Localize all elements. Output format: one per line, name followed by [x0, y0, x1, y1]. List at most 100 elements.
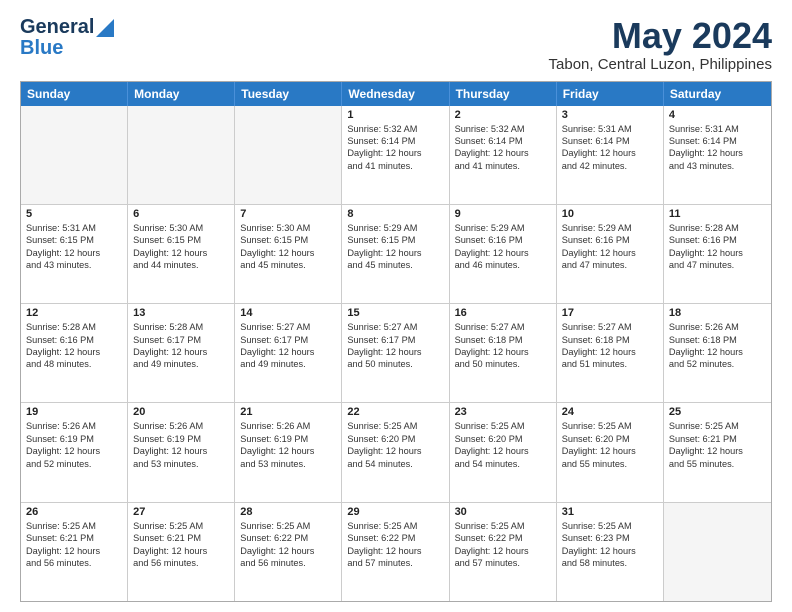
day-info: Sunrise: 5:30 AM Sunset: 6:15 PM Dayligh… [240, 222, 336, 272]
day-number: 13 [133, 307, 229, 319]
day-info: Sunrise: 5:27 AM Sunset: 6:18 PM Dayligh… [562, 321, 658, 371]
day-number: 2 [455, 109, 551, 121]
day-number: 26 [26, 506, 122, 518]
day-info: Sunrise: 5:31 AM Sunset: 6:14 PM Dayligh… [562, 123, 658, 173]
day-info: Sunrise: 5:27 AM Sunset: 6:18 PM Dayligh… [455, 321, 551, 371]
day-info: Sunrise: 5:25 AM Sunset: 6:21 PM Dayligh… [133, 520, 229, 570]
logo-general: General [20, 16, 94, 39]
day-info: Sunrise: 5:25 AM Sunset: 6:20 PM Dayligh… [347, 420, 443, 470]
day-info: Sunrise: 5:28 AM Sunset: 6:16 PM Dayligh… [26, 321, 122, 371]
header-day-tuesday: Tuesday [235, 82, 342, 106]
calendar-cell: 2 Sunrise: 5:32 AM Sunset: 6:14 PM Daylig… [450, 106, 557, 204]
logo: General Blue [20, 16, 114, 60]
calendar-cell: 10 Sunrise: 5:29 AM Sunset: 6:16 PM Dayli… [557, 205, 664, 303]
day-info: Sunrise: 5:31 AM Sunset: 6:15 PM Dayligh… [26, 222, 122, 272]
main-title: May 2024 [549, 16, 772, 56]
calendar-cell: 8 Sunrise: 5:29 AM Sunset: 6:15 PM Daylig… [342, 205, 449, 303]
day-number: 24 [562, 406, 658, 418]
calendar-week-4: 26 Sunrise: 5:25 AM Sunset: 6:21 PM Dayli… [21, 503, 771, 601]
day-number: 11 [669, 208, 766, 220]
calendar-cell: 5 Sunrise: 5:31 AM Sunset: 6:15 PM Daylig… [21, 205, 128, 303]
title-section: May 2024 Tabon, Central Luzon, Philippin… [549, 16, 772, 73]
calendar-cell: 24 Sunrise: 5:25 AM Sunset: 6:20 PM Dayli… [557, 403, 664, 501]
day-info: Sunrise: 5:26 AM Sunset: 6:19 PM Dayligh… [26, 420, 122, 470]
day-number: 6 [133, 208, 229, 220]
day-info: Sunrise: 5:29 AM Sunset: 6:16 PM Dayligh… [562, 222, 658, 272]
day-number: 19 [26, 406, 122, 418]
day-info: Sunrise: 5:29 AM Sunset: 6:15 PM Dayligh… [347, 222, 443, 272]
day-number: 12 [26, 307, 122, 319]
day-info: Sunrise: 5:25 AM Sunset: 6:23 PM Dayligh… [562, 520, 658, 570]
day-number: 8 [347, 208, 443, 220]
day-info: Sunrise: 5:26 AM Sunset: 6:18 PM Dayligh… [669, 321, 766, 371]
day-number: 25 [669, 406, 766, 418]
calendar-cell: 13 Sunrise: 5:28 AM Sunset: 6:17 PM Dayli… [128, 304, 235, 402]
day-number: 9 [455, 208, 551, 220]
calendar-cell [235, 106, 342, 204]
calendar-cell [664, 503, 771, 601]
calendar-week-3: 19 Sunrise: 5:26 AM Sunset: 6:19 PM Dayli… [21, 403, 771, 502]
day-number: 29 [347, 506, 443, 518]
day-info: Sunrise: 5:25 AM Sunset: 6:22 PM Dayligh… [240, 520, 336, 570]
day-info: Sunrise: 5:25 AM Sunset: 6:22 PM Dayligh… [455, 520, 551, 570]
calendar-cell: 14 Sunrise: 5:27 AM Sunset: 6:17 PM Dayli… [235, 304, 342, 402]
calendar-cell: 27Sunrise: 5:25 AM Sunset: 6:21 PM Dayli… [128, 503, 235, 601]
calendar-cell: 11 Sunrise: 5:28 AM Sunset: 6:16 PM Dayli… [664, 205, 771, 303]
calendar-cell: 20Sunrise: 5:26 AM Sunset: 6:19 PM Dayli… [128, 403, 235, 501]
day-number: 22 [347, 406, 443, 418]
calendar-cell: 22 Sunrise: 5:25 AM Sunset: 6:20 PM Dayli… [342, 403, 449, 501]
day-number: 28 [240, 506, 336, 518]
logo-arrow-icon [96, 19, 114, 37]
calendar-cell: 21Sunrise: 5:26 AM Sunset: 6:19 PM Dayli… [235, 403, 342, 501]
calendar-cell: 23 Sunrise: 5:25 AM Sunset: 6:20 PM Dayli… [450, 403, 557, 501]
day-info: Sunrise: 5:30 AM Sunset: 6:15 PM Dayligh… [133, 222, 229, 272]
calendar-week-2: 12 Sunrise: 5:28 AM Sunset: 6:16 PM Dayli… [21, 304, 771, 403]
day-info: Sunrise: 5:27 AM Sunset: 6:17 PM Dayligh… [347, 321, 443, 371]
calendar-cell: 3Sunrise: 5:31 AM Sunset: 6:14 PM Daylig… [557, 106, 664, 204]
header-day-sunday: Sunday [21, 82, 128, 106]
day-number: 10 [562, 208, 658, 220]
header: General Blue May 2024 Tabon, Central Luz… [20, 16, 772, 73]
day-info: Sunrise: 5:32 AM Sunset: 6:14 PM Dayligh… [455, 123, 551, 173]
day-number: 5 [26, 208, 122, 220]
calendar-cell [21, 106, 128, 204]
day-number: 30 [455, 506, 551, 518]
calendar-cell: 25 Sunrise: 5:25 AM Sunset: 6:21 PM Dayli… [664, 403, 771, 501]
calendar-cell: 16 Sunrise: 5:27 AM Sunset: 6:18 PM Dayli… [450, 304, 557, 402]
day-number: 14 [240, 307, 336, 319]
header-day-monday: Monday [128, 82, 235, 106]
calendar-cell: 26Sunrise: 5:25 AM Sunset: 6:21 PM Dayli… [21, 503, 128, 601]
calendar-cell: 7 Sunrise: 5:30 AM Sunset: 6:15 PM Daylig… [235, 205, 342, 303]
day-info: Sunrise: 5:27 AM Sunset: 6:17 PM Dayligh… [240, 321, 336, 371]
calendar-cell: 6 Sunrise: 5:30 AM Sunset: 6:15 PM Daylig… [128, 205, 235, 303]
day-info: Sunrise: 5:26 AM Sunset: 6:19 PM Dayligh… [133, 420, 229, 470]
logo-blue: Blue [20, 37, 63, 60]
calendar-header: SundayMondayTuesdayWednesdayThursdayFrid… [21, 82, 771, 106]
day-number: 1 [347, 109, 443, 121]
day-number: 17 [562, 307, 658, 319]
page: General Blue May 2024 Tabon, Central Luz… [0, 0, 792, 612]
subtitle: Tabon, Central Luzon, Philippines [549, 56, 772, 73]
calendar-cell: 12 Sunrise: 5:28 AM Sunset: 6:16 PM Dayli… [21, 304, 128, 402]
day-number: 4 [669, 109, 766, 121]
day-number: 15 [347, 307, 443, 319]
day-info: Sunrise: 5:28 AM Sunset: 6:16 PM Dayligh… [669, 222, 766, 272]
day-info: Sunrise: 5:26 AM Sunset: 6:19 PM Dayligh… [240, 420, 336, 470]
calendar-cell: 31Sunrise: 5:25 AM Sunset: 6:23 PM Dayli… [557, 503, 664, 601]
day-info: Sunrise: 5:25 AM Sunset: 6:20 PM Dayligh… [455, 420, 551, 470]
day-info: Sunrise: 5:25 AM Sunset: 6:20 PM Dayligh… [562, 420, 658, 470]
day-info: Sunrise: 5:29 AM Sunset: 6:16 PM Dayligh… [455, 222, 551, 272]
day-number: 23 [455, 406, 551, 418]
day-info: Sunrise: 5:25 AM Sunset: 6:21 PM Dayligh… [669, 420, 766, 470]
day-info: Sunrise: 5:28 AM Sunset: 6:17 PM Dayligh… [133, 321, 229, 371]
header-day-saturday: Saturday [664, 82, 771, 106]
day-number: 18 [669, 307, 766, 319]
calendar-cell: 30 Sunrise: 5:25 AM Sunset: 6:22 PM Dayli… [450, 503, 557, 601]
calendar-body: 1 Sunrise: 5:32 AM Sunset: 6:14 PM Daylig… [21, 106, 771, 601]
calendar-cell: 1Sunrise: 5:32 AM Sunset: 6:14 PM Daylig… [342, 106, 449, 204]
calendar-cell [128, 106, 235, 204]
calendar-cell: 28 Sunrise: 5:25 AM Sunset: 6:22 PM Dayli… [235, 503, 342, 601]
day-number: 7 [240, 208, 336, 220]
header-day-thursday: Thursday [450, 82, 557, 106]
day-number: 16 [455, 307, 551, 319]
